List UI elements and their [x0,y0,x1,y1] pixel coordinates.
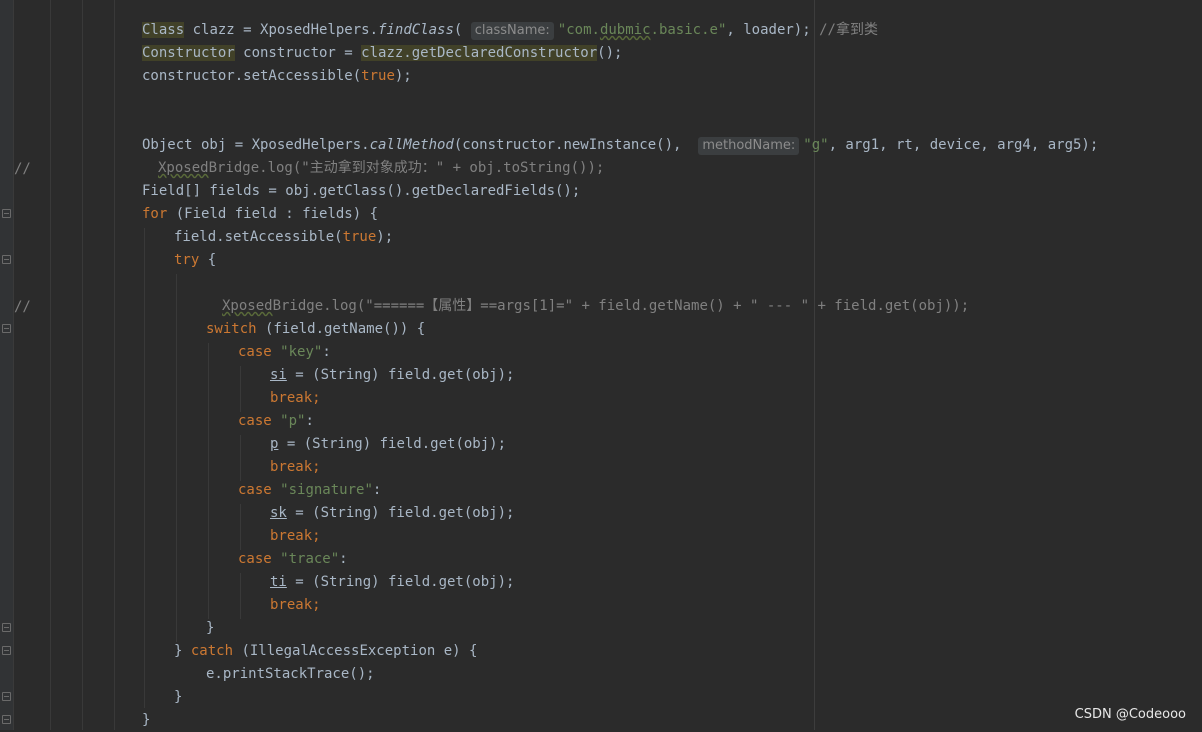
code-line[interactable]: try { [174,249,216,272]
indent-guide [176,274,177,642]
fold-icon[interactable] [2,692,11,701]
code-line[interactable]: e.printStackTrace(); [206,663,375,686]
code-line[interactable]: case "trace": [238,548,348,571]
indent-guide [208,343,209,619]
indent-guide [240,504,241,550]
indent-guide [240,573,241,619]
code-line[interactable]: si = (String) field.get(obj); [270,364,514,387]
fold-icon[interactable] [2,324,11,333]
code-line[interactable]: switch (field.getName()) { [206,318,425,341]
commented-line[interactable]: XposedBridge.log("主动拿到对象成功：" + obj.toStr… [158,157,604,180]
code-line[interactable]: Class clazz = XposedHelpers.findClass( c… [142,19,878,42]
parameter-hint: className: [470,22,554,40]
code-line[interactable]: Object obj = XposedHelpers.callMethod(co… [142,134,1098,157]
indent-guide [144,228,145,708]
indent-guide [240,435,241,481]
code-line[interactable]: } [174,686,182,709]
code-line[interactable]: break; [270,387,321,410]
code-line[interactable]: sk = (String) field.get(obj); [270,502,514,525]
indent-guide [82,0,83,730]
commented-line[interactable]: XposedBridge.log("======【属性】==args[1]=" … [222,295,969,318]
gutter-comment-marker: // [14,161,31,177]
code-line[interactable]: } [206,617,214,640]
code-line[interactable]: ti = (String) field.get(obj); [270,571,514,594]
code-line[interactable]: case "key": [238,341,331,364]
code-line[interactable]: } [142,709,150,732]
fold-icon[interactable] [2,646,11,655]
fold-icon[interactable] [2,715,11,724]
indent-guide [240,366,241,412]
code-line[interactable]: for (Field field : fields) { [142,203,378,226]
code-line[interactable]: Field[] fields = obj.getClass().getDecla… [142,180,580,203]
code-line[interactable]: case "signature": [238,479,381,502]
code-line[interactable]: p = (String) field.get(obj); [270,433,506,456]
fold-icon[interactable] [2,623,11,632]
indent-guide [50,0,51,730]
code-line[interactable]: case "p": [238,410,314,433]
gutter-divider [13,0,14,730]
indent-guide [114,0,115,730]
right-margin-guide [814,0,815,730]
code-line[interactable]: constructor.setAccessible(true); [142,65,412,88]
code-line[interactable]: field.setAccessible(true); [174,226,393,249]
gutter-comment-marker: // [14,299,31,315]
code-line[interactable]: break; [270,456,321,479]
editor-gutter [0,0,14,730]
code-line[interactable]: break; [270,525,321,548]
code-line[interactable]: } catch (IllegalAccessException e) { [174,640,477,663]
parameter-hint: methodName: [698,137,800,155]
watermark: CSDN @Codeooo [1074,707,1186,722]
code-line[interactable]: break; [270,594,321,617]
fold-icon[interactable] [2,209,11,218]
fold-icon[interactable] [2,255,11,264]
code-line[interactable]: Constructor constructor = clazz.getDecla… [142,42,622,65]
